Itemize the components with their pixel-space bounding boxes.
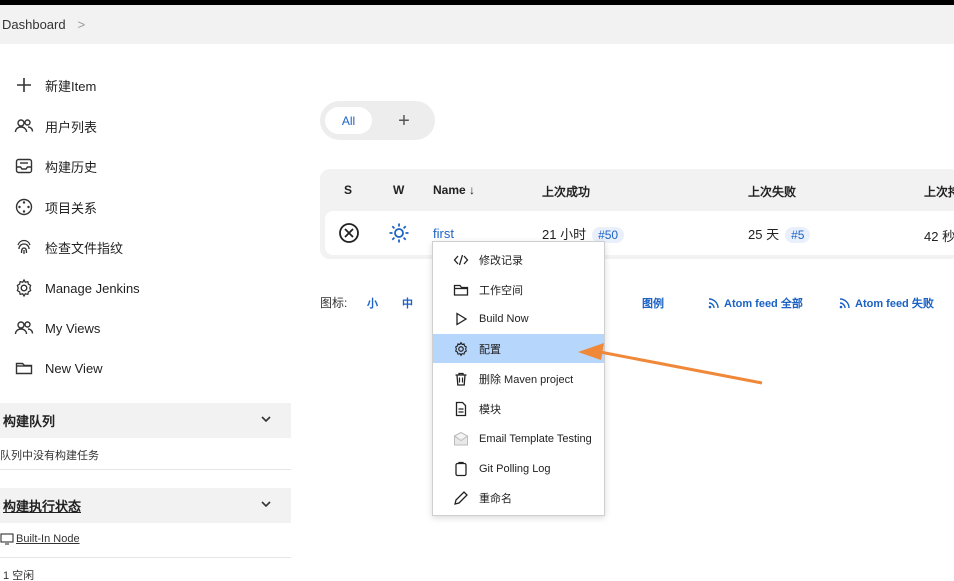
icon-size-small[interactable]: 小: [367, 295, 378, 311]
weather-sunny-icon: [389, 223, 409, 243]
atom-feed-failed-label: Atom feed 失败: [855, 298, 934, 310]
users-icon: [14, 321, 34, 335]
sidebar-item-label: 检查文件指纹: [45, 240, 124, 256]
sidebar-item-users[interactable]: 用户列表: [14, 114, 97, 138]
menu-item-email-template-testing[interactable]: Email Template Testing: [433, 424, 604, 453]
inbox-icon: [15, 158, 33, 174]
sidebar-item-manage-jenkins[interactable]: Manage Jenkins: [14, 276, 140, 300]
atom-feed-failed-link[interactable]: Atom feed 失败: [839, 295, 934, 311]
clipboard-icon: [455, 461, 467, 476]
sidebar-item-build-history[interactable]: 构建历史: [14, 154, 97, 178]
table-row: [325, 211, 954, 255]
legend-link[interactable]: 图例: [642, 295, 664, 311]
computer-icon: [0, 533, 14, 545]
divider: [0, 469, 291, 470]
last-failure-time: 25 天: [748, 227, 780, 242]
build-queue-title: 构建队列: [3, 414, 56, 429]
sidebar-item-new-view[interactable]: New View: [14, 356, 103, 380]
gear-icon: [455, 340, 467, 357]
node-link[interactable]: Built-In Node: [16, 533, 80, 545]
trash-icon: [455, 372, 467, 386]
sidebar-item-label: 新建Item: [45, 78, 97, 94]
menu-item-label: 工作空间: [479, 284, 523, 297]
menu-item-configure[interactable]: 配置: [433, 334, 604, 363]
menu-item-build-now[interactable]: Build Now: [433, 304, 604, 333]
chevron-right-icon[interactable]: >: [78, 17, 86, 32]
sidebar-item-label: 构建历史: [45, 159, 98, 175]
menu-item-label: Build Now: [479, 312, 529, 325]
tab-all[interactable]: All: [325, 107, 372, 134]
divider: [0, 557, 291, 558]
menu-item-changes[interactable]: 修改记录: [433, 245, 604, 274]
folder-icon: [15, 362, 33, 375]
job-context-menu: 修改记录 工作空间 Build Now 配置 删除 Maven project …: [432, 241, 605, 516]
last-duration-cell: 42 秒: [924, 229, 954, 244]
menu-item-label: Git Polling Log: [479, 462, 551, 475]
executor-status-header[interactable]: 构建执行状态: [0, 488, 291, 523]
atom-feed-all-link[interactable]: Atom feed 全部: [708, 295, 803, 311]
menu-item-label: 模块: [479, 403, 501, 416]
sidebar-item-new-item[interactable]: 新建Item: [14, 73, 96, 97]
column-header-last-duration[interactable]: 上次持: [924, 183, 954, 200]
fingerprint-icon: [17, 239, 31, 254]
menu-item-label: Email Template Testing: [479, 432, 592, 445]
build-queue-empty-text: 队列中没有构建任务: [0, 450, 99, 462]
last-success-time: 21 小时: [542, 227, 587, 242]
menu-item-git-polling-log[interactable]: Git Polling Log: [433, 454, 604, 483]
sidebar-item-label: New View: [45, 360, 103, 376]
column-header-last-success[interactable]: 上次成功: [542, 183, 590, 200]
menu-item-label: 删除 Maven project: [479, 373, 574, 386]
pencil-icon: [454, 490, 468, 505]
play-icon: [456, 311, 468, 326]
sidebar-item-label: My Views: [45, 320, 101, 336]
failure-build-link[interactable]: #5: [785, 227, 811, 243]
last-failure-cell: 25 天 #5: [748, 224, 811, 243]
executor-status-title[interactable]: 构建执行状态: [3, 496, 81, 515]
job-link-first[interactable]: first: [433, 226, 454, 241]
menu-item-label: 重命名: [479, 492, 512, 505]
code-icon: [453, 254, 469, 265]
executor-idle: 1 空闲: [3, 570, 35, 581]
add-view-tab[interactable]: +: [392, 109, 416, 133]
menu-item-label: 配置: [479, 343, 501, 356]
icon-size-label: 图标:: [320, 296, 348, 310]
chevron-down-icon[interactable]: [259, 497, 273, 514]
menu-item-label: 修改记录: [479, 254, 523, 267]
envelope-icon: [453, 431, 469, 445]
column-header-last-failure[interactable]: 上次失败: [748, 183, 796, 200]
icon-size-medium[interactable]: 中: [402, 295, 413, 311]
view-tabs: All +: [320, 101, 435, 140]
sidebar-item-label: 用户列表: [45, 119, 98, 135]
disabled-status-icon: [339, 223, 359, 243]
column-header-name[interactable]: Name ↓: [433, 183, 475, 197]
column-header-weather[interactable]: W: [393, 183, 404, 197]
atom-feed-all-label: Atom feed 全部: [724, 298, 803, 310]
menu-item-workspace[interactable]: 工作空间: [433, 275, 604, 304]
breadcrumb-dashboard[interactable]: Dashboard: [2, 17, 66, 32]
breadcrumb: Dashboard >: [0, 5, 954, 44]
plus-icon: [17, 78, 31, 92]
gear-icon: [16, 278, 32, 298]
folder-icon: [453, 284, 469, 296]
chevron-down-icon[interactable]: [259, 412, 273, 429]
sidebar-item-fingerprint[interactable]: 检查文件指纹: [14, 235, 123, 259]
sidebar-item-my-views[interactable]: My Views: [14, 316, 100, 340]
build-queue-header[interactable]: 构建队列: [0, 403, 291, 438]
sidebar-item-label: Manage Jenkins: [45, 280, 140, 296]
rss-icon: [708, 298, 719, 309]
document-icon: [455, 401, 467, 416]
sidebar-item-project-relations[interactable]: 项目关系: [14, 195, 97, 219]
sidebar-item-label: 项目关系: [45, 200, 98, 216]
relationship-icon: [15, 198, 33, 216]
menu-item-rename[interactable]: 重命名: [433, 483, 604, 512]
rss-icon: [839, 298, 850, 309]
menu-item-modules[interactable]: 模块: [433, 394, 604, 423]
users-icon: [14, 119, 34, 133]
column-header-status[interactable]: S: [344, 183, 352, 197]
executor-node[interactable]: Built-In Node: [0, 532, 80, 546]
menu-item-delete-project[interactable]: 删除 Maven project: [433, 364, 604, 393]
